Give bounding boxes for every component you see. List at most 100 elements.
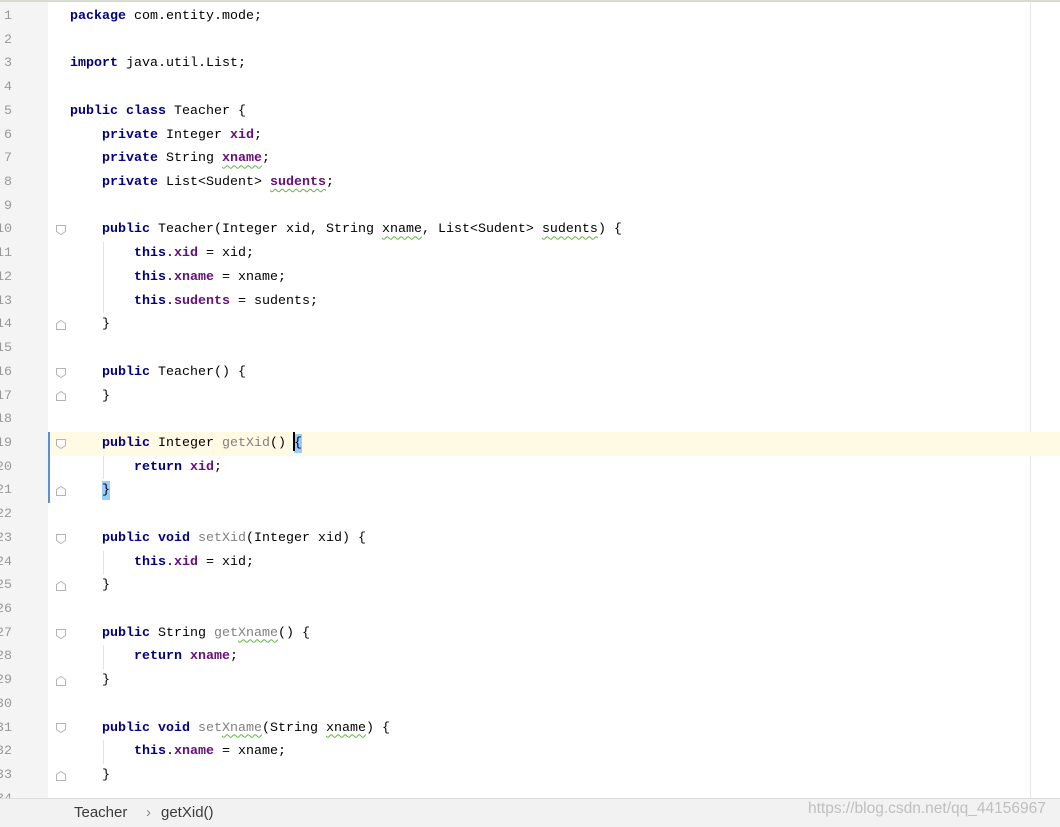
unused-token[interactable]: Xname — [222, 721, 262, 736]
plain-token[interactable] — [70, 294, 134, 309]
plain-token[interactable]: (Integer xid) { — [246, 531, 366, 546]
keyword-token[interactable]: public void — [102, 531, 190, 546]
plain-token[interactable]: ; — [326, 175, 334, 190]
plain-token[interactable] — [70, 460, 134, 475]
plain-token[interactable]: . — [166, 555, 174, 570]
field-token[interactable]: sudents — [174, 294, 230, 309]
code-line[interactable]: 24 this.xid = xid; — [0, 551, 1060, 575]
code-text[interactable]: this.xname = xname; — [70, 740, 286, 764]
keyword-token[interactable]: public — [102, 436, 150, 451]
code-text[interactable]: import java.util.List; — [70, 52, 246, 76]
fold-end-icon[interactable] — [55, 390, 67, 402]
code-line[interactable]: 1 package com.entity.mode; — [0, 5, 1060, 29]
code-line[interactable]: 12 this.xname = xname; — [0, 266, 1060, 290]
code-line[interactable]: 4 — [0, 76, 1060, 100]
code-line[interactable]: 29 } — [0, 669, 1060, 693]
field-token[interactable]: xname — [174, 744, 214, 759]
keyword-token[interactable]: private — [102, 175, 158, 190]
code-line[interactable]: 30 — [0, 693, 1060, 717]
code-line[interactable]: 14 } — [0, 313, 1060, 337]
unused-token[interactable]: setXid — [198, 531, 246, 546]
plain-token[interactable]: String — [158, 151, 222, 166]
fold-start-icon[interactable] — [55, 628, 67, 640]
code-text[interactable]: } — [70, 574, 110, 598]
code-line[interactable]: 26 — [0, 598, 1060, 622]
unused-token[interactable]: getXid — [222, 436, 270, 451]
code-line[interactable]: 2 — [0, 29, 1060, 53]
plain-token[interactable]: = xname; — [214, 270, 286, 285]
plain-token[interactable]: xname — [382, 222, 422, 237]
keyword-token[interactable]: public — [102, 626, 150, 641]
field-token[interactable]: xid — [174, 555, 198, 570]
brace-token[interactable]: { — [292, 431, 302, 453]
code-line[interactable]: 10 public Teacher(Integer xid, String xn… — [0, 218, 1060, 242]
code-text[interactable]: private Integer xid; — [70, 124, 262, 148]
fold-end-icon[interactable] — [55, 485, 67, 497]
code-text[interactable]: } — [70, 764, 110, 788]
plain-token[interactable]: ) { — [366, 721, 390, 736]
code-line[interactable]: 15 — [0, 337, 1060, 361]
plain-token[interactable] — [70, 721, 102, 736]
plain-token[interactable]: xname — [326, 721, 366, 736]
code-line[interactable]: 13 this.sudents = sudents; — [0, 290, 1060, 314]
plain-token[interactable] — [70, 246, 134, 261]
code-text[interactable]: this.xname = xname; — [70, 266, 286, 290]
plain-token[interactable]: ; — [254, 128, 262, 143]
plain-token[interactable]: ) { — [598, 222, 622, 237]
plain-token[interactable]: () — [270, 436, 294, 451]
unused-token[interactable]: Xname — [238, 626, 278, 641]
keyword-token[interactable]: public — [102, 365, 150, 380]
unused-token[interactable]: get — [214, 626, 238, 641]
plain-token[interactable]: () { — [278, 626, 310, 641]
code-text[interactable]: package com.entity.mode; — [70, 5, 262, 29]
code-text[interactable]: } — [70, 385, 110, 409]
plain-token[interactable] — [70, 626, 102, 641]
plain-token[interactable] — [70, 744, 134, 759]
fold-end-icon[interactable] — [55, 319, 67, 331]
plain-token[interactable] — [70, 531, 102, 546]
keyword-token[interactable]: return — [134, 649, 182, 664]
keyword-token[interactable]: public void — [102, 721, 190, 736]
code-line[interactable]: 28 return xname; — [0, 645, 1060, 669]
fold-end-icon[interactable] — [55, 675, 67, 687]
code-line[interactable]: 22 — [0, 503, 1060, 527]
code-text[interactable]: public Teacher(Integer xid, String xname… — [70, 218, 622, 242]
code-line[interactable]: 3 import java.util.List; — [0, 52, 1060, 76]
plain-token[interactable] — [70, 649, 134, 664]
plain-token[interactable]: } — [70, 317, 110, 332]
keyword-token[interactable]: package — [70, 9, 126, 24]
plain-token[interactable]: = xname; — [214, 744, 286, 759]
code-text[interactable]: public void setXid(Integer xid) { — [70, 527, 366, 551]
plain-token[interactable]: sudents — [542, 222, 598, 237]
keyword-token[interactable]: return — [134, 460, 182, 475]
plain-token[interactable]: Integer — [150, 436, 222, 451]
plain-token[interactable]: Teacher() { — [150, 365, 246, 380]
keyword-token[interactable]: this — [134, 744, 166, 759]
code-text[interactable]: return xid; — [70, 456, 222, 480]
plain-token[interactable]: = xid; — [198, 246, 254, 261]
code-text[interactable]: private String xname; — [70, 147, 270, 171]
code-text[interactable]: public String getXname() { — [70, 622, 310, 646]
plain-token[interactable] — [70, 270, 134, 285]
field-token[interactable]: xname — [174, 270, 214, 285]
fold-start-icon[interactable] — [55, 533, 67, 545]
code-text[interactable]: private List<Sudent> sudents; — [70, 171, 334, 195]
breadcrumb-item-class[interactable]: Teacher — [74, 799, 127, 827]
plain-token[interactable] — [182, 649, 190, 664]
code-line[interactable]: 20 return xid; — [0, 456, 1060, 480]
field-token[interactable]: xname — [190, 649, 230, 664]
fold-start-icon[interactable] — [55, 438, 67, 450]
plain-token[interactable] — [190, 721, 198, 736]
code-text[interactable]: public Integer getXid() { — [70, 431, 302, 456]
plain-token[interactable] — [190, 531, 198, 546]
code-line[interactable]: 31 public void setXname(String xname) { — [0, 717, 1060, 741]
keyword-token[interactable]: public class — [70, 104, 166, 119]
code-line[interactable]: 16 public Teacher() { — [0, 361, 1060, 385]
plain-token[interactable]: ; — [214, 460, 222, 475]
keyword-token[interactable]: private — [102, 128, 158, 143]
brace-token[interactable]: } — [102, 481, 110, 501]
plain-token[interactable]: String — [150, 626, 214, 641]
field-token[interactable]: sudents — [270, 175, 326, 190]
code-text[interactable]: public Teacher() { — [70, 361, 246, 385]
plain-token[interactable]: Integer — [158, 128, 230, 143]
